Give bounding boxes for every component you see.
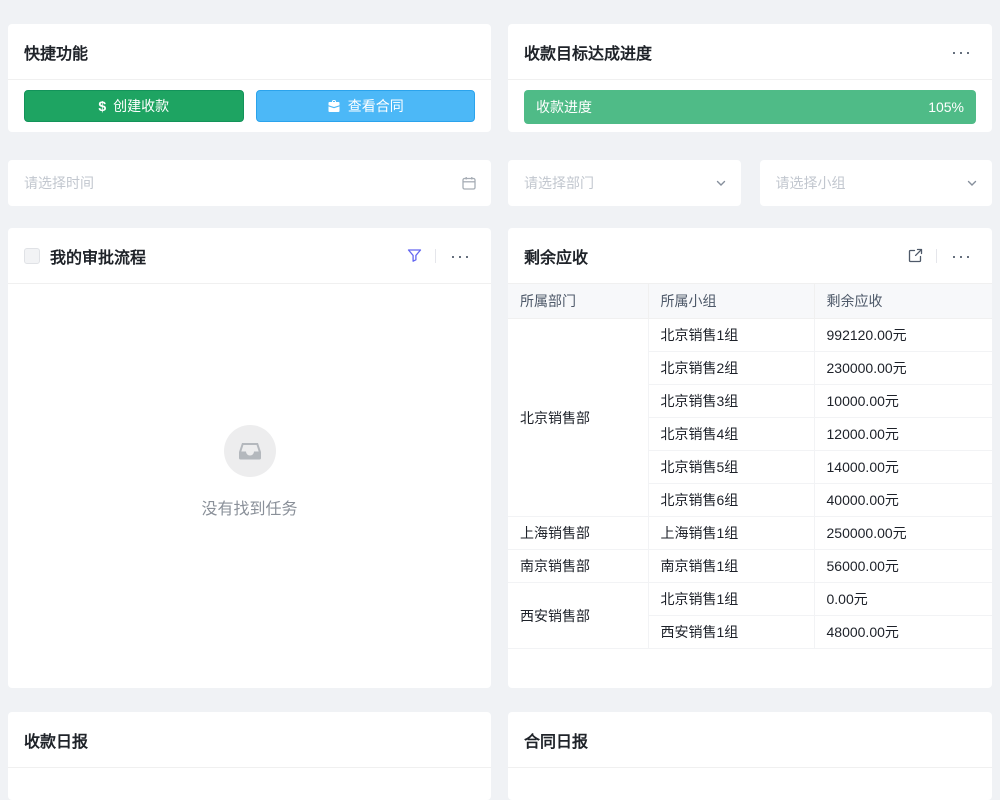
target-progress-body: 收款进度 105% — [508, 80, 992, 124]
create-payment-button[interactable]: $ 创建收款 — [24, 90, 244, 122]
receivables-more-button[interactable]: ··· — [947, 245, 976, 267]
amount-cell: 0.00元 — [814, 583, 992, 616]
dept-cell: 北京销售部 — [508, 319, 648, 517]
right-column: 收款目标达成进度 ··· 收款进度 105% — [508, 24, 992, 800]
empty-inbox-icon — [224, 425, 276, 477]
group-cell: 北京销售4组 — [648, 418, 814, 451]
group-cell: 上海销售1组 — [648, 517, 814, 550]
chevron-down-icon — [715, 177, 727, 189]
target-progress-card: 收款目标达成进度 ··· 收款进度 105% — [508, 24, 992, 132]
table-header-row: 所属部门 所属小组 剩余应收 — [508, 284, 992, 319]
receivables-card: 剩余应收 ··· 所属部门 — [508, 228, 992, 688]
col-amount: 剩余应收 — [814, 284, 992, 319]
table-row: 上海销售部 上海销售1组 250000.00元 — [508, 517, 992, 550]
contract-daily-header: 合同日报 — [508, 712, 992, 768]
col-department: 所属部门 — [508, 284, 648, 319]
quick-functions-card: 快捷功能 $ 创建收款 查看合同 — [8, 24, 491, 132]
create-payment-label: 创建收款 — [113, 96, 169, 116]
group-cell: 北京销售2组 — [648, 352, 814, 385]
group-cell: 西安销售1组 — [648, 616, 814, 649]
payment-daily-card: 收款日报 — [8, 712, 491, 800]
contract-daily-title: 合同日报 — [524, 728, 588, 752]
target-progress-title: 收款目标达成进度 — [524, 40, 652, 64]
approval-empty-state: 没有找到任务 — [8, 270, 491, 674]
quick-functions-body: $ 创建收款 查看合同 — [8, 80, 491, 122]
amount-cell: 12000.00元 — [814, 418, 992, 451]
target-progress-header: 收款目标达成进度 ··· — [508, 24, 992, 80]
time-picker-input[interactable] — [8, 160, 491, 206]
time-filter-row — [8, 160, 491, 206]
amount-cell: 14000.00元 — [814, 451, 992, 484]
empty-text: 没有找到任务 — [201, 495, 297, 519]
quick-functions-header: 快捷功能 — [8, 24, 491, 80]
dollar-icon: $ — [98, 98, 106, 114]
target-progress-more-button[interactable]: ··· — [947, 41, 976, 63]
payment-daily-header: 收款日报 — [8, 712, 491, 768]
receivables-table: 所属部门 所属小组 剩余应收 北京销售部 北京销售1组 992120.00元 北… — [508, 284, 992, 649]
amount-cell: 230000.00元 — [814, 352, 992, 385]
amount-cell: 10000.00元 — [814, 385, 992, 418]
dept-cell: 西安销售部 — [508, 583, 648, 649]
department-select[interactable] — [508, 160, 741, 206]
receivables-title: 剩余应收 — [524, 244, 588, 268]
amount-cell: 250000.00元 — [814, 517, 992, 550]
left-column: 快捷功能 $ 创建收款 查看合同 — [8, 24, 491, 800]
department-select-input[interactable] — [508, 160, 741, 206]
external-link-icon[interactable] — [905, 245, 926, 266]
group-cell: 北京销售1组 — [648, 319, 814, 352]
group-cell: 南京销售1组 — [648, 550, 814, 583]
approval-more-button[interactable]: ··· — [446, 245, 475, 267]
time-picker[interactable] — [8, 160, 491, 206]
amount-cell: 992120.00元 — [814, 319, 992, 352]
group-cell: 北京销售5组 — [648, 451, 814, 484]
receivables-header: 剩余应收 ··· — [508, 228, 992, 284]
group-cell: 北京销售1组 — [648, 583, 814, 616]
filter-icon[interactable] — [404, 245, 425, 266]
view-contract-label: 查看合同 — [348, 96, 404, 116]
progress-bar-label: 收款进度 — [536, 97, 592, 117]
calendar-icon — [461, 175, 477, 191]
contract-daily-card: 合同日报 — [508, 712, 992, 800]
divider — [435, 249, 436, 263]
col-group: 所属小组 — [648, 284, 814, 319]
approval-title: 我的审批流程 — [50, 244, 146, 268]
dept-cell: 上海销售部 — [508, 517, 648, 550]
amount-cell: 40000.00元 — [814, 484, 992, 517]
group-select[interactable] — [760, 160, 993, 206]
chevron-down-icon — [966, 177, 978, 189]
amount-cell: 56000.00元 — [814, 550, 992, 583]
group-select-input[interactable] — [760, 160, 993, 206]
approval-checkbox[interactable] — [24, 248, 40, 264]
view-contract-button[interactable]: 查看合同 — [256, 90, 476, 122]
briefcase-icon — [327, 99, 341, 113]
table-row: 北京销售部 北京销售1组 992120.00元 — [508, 319, 992, 352]
dashboard-page: 快捷功能 $ 创建收款 查看合同 — [0, 0, 1000, 800]
divider — [936, 249, 937, 263]
progress-percent: 105% — [928, 99, 964, 115]
dept-cell: 南京销售部 — [508, 550, 648, 583]
amount-cell: 48000.00元 — [814, 616, 992, 649]
collection-progress-bar: 收款进度 105% — [524, 90, 976, 124]
select-filter-row — [508, 160, 992, 206]
approval-card: 我的审批流程 ··· 没有找到任务 — [8, 228, 491, 688]
quick-functions-title: 快捷功能 — [24, 40, 88, 64]
payment-daily-title: 收款日报 — [24, 728, 88, 752]
table-row: 西安销售部 北京销售1组 0.00元 — [508, 583, 992, 616]
group-cell: 北京销售6组 — [648, 484, 814, 517]
table-row: 南京销售部 南京销售1组 56000.00元 — [508, 550, 992, 583]
receivables-table-wrap[interactable]: 所属部门 所属小组 剩余应收 北京销售部 北京销售1组 992120.00元 北… — [508, 284, 992, 688]
group-cell: 北京销售3组 — [648, 385, 814, 418]
